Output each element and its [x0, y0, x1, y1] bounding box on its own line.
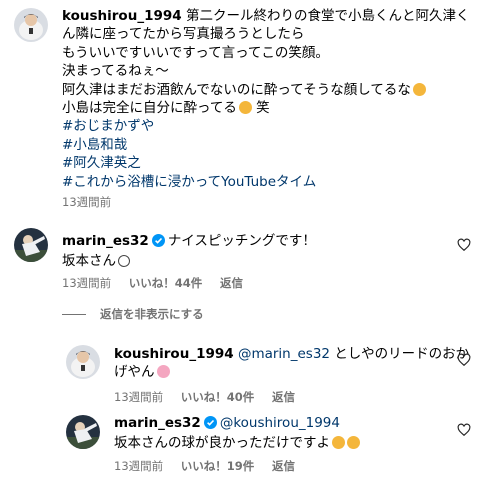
face-emoji-icon [332, 436, 345, 450]
hashtag-link[interactable]: #これから浴槽に浸かってYouTubeタイム [62, 173, 467, 191]
caption-line-6: 小島は完全に自分に酔ってる [62, 100, 237, 117]
hide-replies-label: 返信を非表示にする [100, 307, 204, 321]
reply-avatar[interactable] [66, 415, 100, 449]
like-heart-icon[interactable] [457, 237, 471, 252]
hashtag-link[interactable]: #阿久津英之 [62, 154, 467, 172]
caption-line-5: 阿久津はまだお酒飲んでないのに酔ってそうな顔してるな [62, 81, 411, 98]
face-emoji-icon [347, 436, 360, 450]
reply-timestamp: 13週間前 [114, 459, 164, 473]
reply-text: げやん [114, 364, 155, 381]
reply-meta: 13週間前 いいね！19件 返信 [114, 458, 309, 474]
reply-body: koushirou_1994 @marin_es32 としやのリードのおか げや… [114, 345, 469, 382]
like-heart-icon[interactable] [457, 422, 471, 437]
comment-timestamp: 13週間前 [62, 276, 112, 290]
comment-meta: 13週間前 いいね！44件 返信 [62, 275, 257, 291]
reply-button[interactable]: 返信 [220, 276, 243, 290]
verified-badge-icon [151, 234, 165, 252]
reply-text: としやのリードのおか [334, 346, 470, 362]
divider [62, 313, 86, 315]
comment-body: marin_es32 ナイスピッチングです！ 坂本さん [62, 232, 316, 271]
face-emoji-icon [238, 101, 252, 115]
reply-button[interactable]: 返信 [272, 390, 295, 404]
reply-avatar[interactable] [66, 345, 100, 379]
caption-line-1: 第二クール終わりの食堂で小島くんと阿久津く [185, 8, 470, 24]
like-heart-icon[interactable] [457, 352, 471, 367]
reply-username[interactable]: koushirou_1994 [114, 346, 234, 362]
reply-button[interactable]: 返信 [272, 459, 295, 473]
reply-timestamp: 13週間前 [114, 390, 164, 404]
hide-replies-button[interactable]: 返信を非表示にする [62, 306, 204, 322]
caption-line-7: 笑 [256, 100, 270, 117]
caption-line-3: もういいですいいですって言ってこの笑顔。 [62, 44, 329, 61]
reply-likes-count[interactable]: いいね！19件 [181, 459, 255, 473]
hashtag-link[interactable]: #小島和哉 [62, 136, 467, 154]
face-emoji-icon [412, 82, 426, 96]
verified-badge-icon [203, 416, 217, 434]
crying-emoji-icon [156, 365, 170, 379]
mention-link[interactable]: @koushirou_1994 [220, 415, 340, 431]
post-timestamp: 13週間前 [62, 195, 112, 209]
reply-likes-count[interactable]: いいね！40件 [181, 390, 255, 404]
comment-likes-count[interactable]: いいね！44件 [129, 276, 203, 290]
comment-username[interactable]: marin_es32 [62, 233, 149, 249]
hashtag-link[interactable]: #おじまかずや [62, 117, 467, 135]
reply-text: 坂本さんの球が良かっただけですよ [114, 435, 330, 452]
post-caption: koushirou_1994 第二クール終わりの食堂で小島くんと阿久津く ん隣に… [62, 7, 470, 191]
comment-text: ナイスピッチングです！ [167, 233, 316, 249]
caption-line-2: ん隣に座ってたから写真撮ろうとしたら [62, 26, 305, 43]
mention-link[interactable]: @marin_es32 [238, 346, 330, 362]
reply-username[interactable]: marin_es32 [114, 415, 201, 431]
reply-meta: 13週間前 いいね！40件 返信 [114, 389, 309, 405]
post-author-username[interactable]: koushirou_1994 [62, 8, 182, 24]
caption-line-4: 決まってるねぇ～ [62, 63, 169, 80]
reply-body: marin_es32 @koushirou_1994 坂本さんの球が良かっただけで… [114, 414, 360, 453]
smile-emoji-icon [118, 255, 130, 268]
commenter-avatar[interactable] [14, 228, 48, 262]
post-author-avatar[interactable] [14, 8, 48, 42]
comment-text: 坂本さん [62, 253, 116, 270]
